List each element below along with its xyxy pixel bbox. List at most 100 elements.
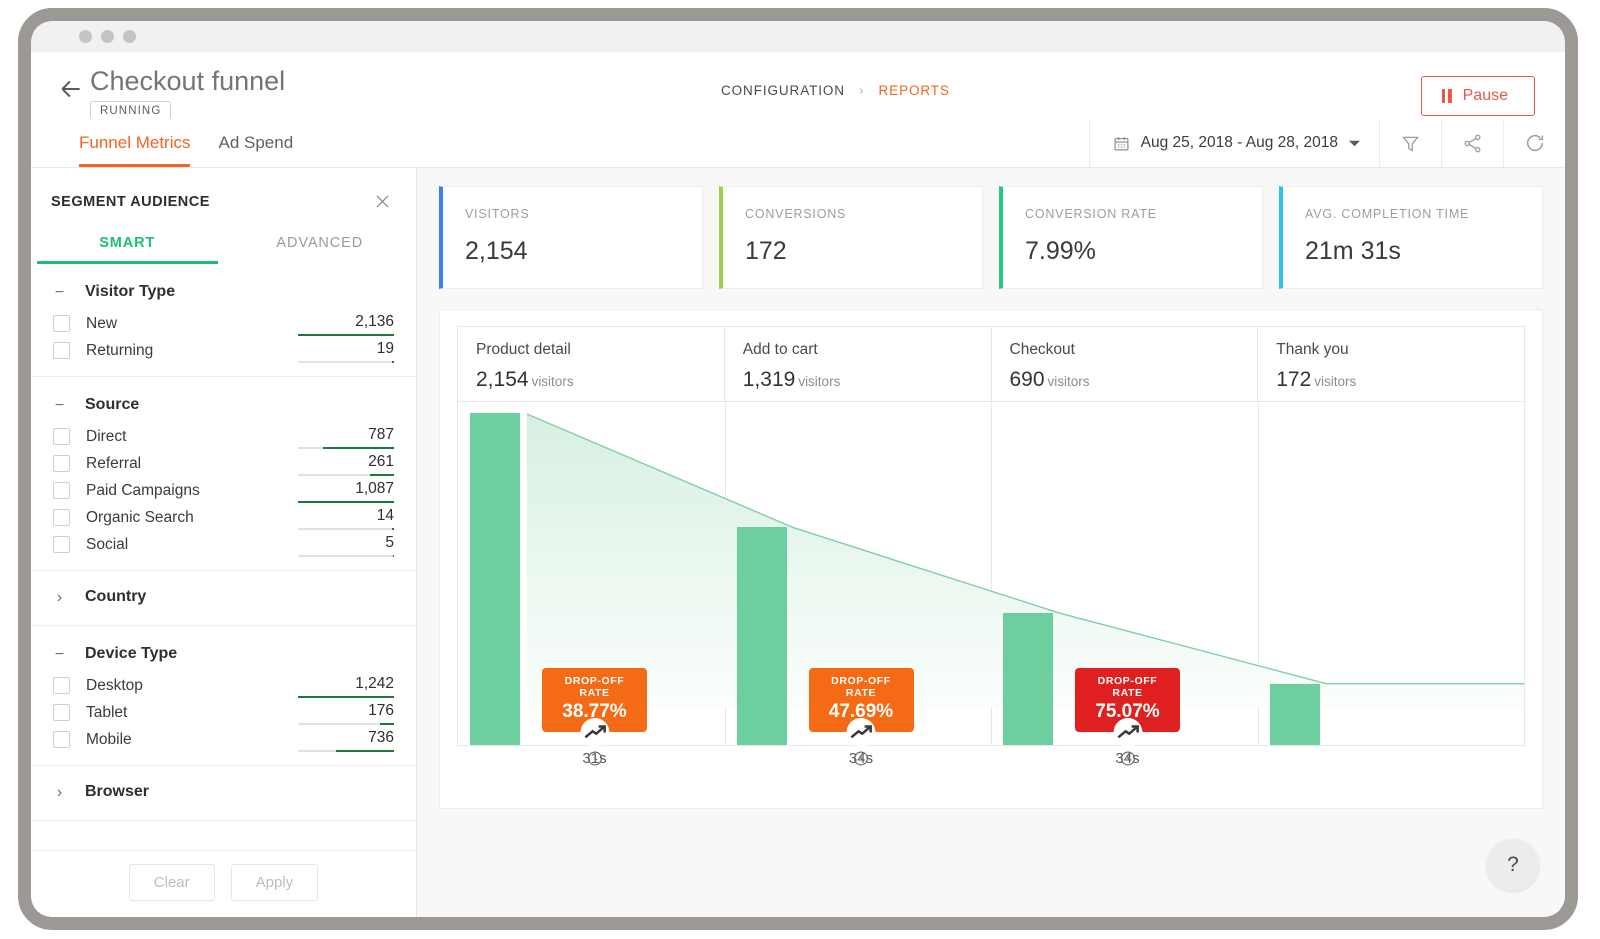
filter-checkbox[interactable]: [53, 315, 70, 332]
filter-value: 261: [298, 453, 394, 476]
title-block: Checkout funnel RUNNING: [90, 66, 285, 120]
refresh-icon[interactable]: [1503, 119, 1565, 167]
clear-button[interactable]: Clear: [128, 864, 215, 901]
tab-funnel-metrics[interactable]: Funnel Metrics: [79, 119, 191, 167]
segment-panel-title: SEGMENT AUDIENCE: [51, 193, 210, 210]
filter-checkbox[interactable]: [53, 509, 70, 526]
app-body: SEGMENT AUDIENCE SMART ADVANCED − Visitor…: [31, 168, 1565, 917]
pause-button[interactable]: Pause: [1420, 76, 1535, 116]
filter-value-bar: [298, 723, 394, 725]
drop-off-label: DROP-OFF RATE: [831, 675, 891, 699]
filter-row[interactable]: Referral 261: [31, 450, 416, 477]
funnel-step-header: Thank you 172 visitors: [1258, 327, 1524, 401]
filter-row[interactable]: Organic Search 14: [31, 504, 416, 531]
share-icon[interactable]: [1441, 119, 1503, 167]
filter-group-visitor-type: − Visitor Type New 2,136 Returning 19: [31, 264, 416, 377]
clock-icon: [587, 751, 602, 766]
filter-group-label: Visitor Type: [85, 283, 176, 300]
funnel-step-headers: Product detail 2,154 visitors Add to cart 1,…: [458, 327, 1524, 401]
filter-row[interactable]: Mobile 736: [31, 726, 416, 753]
filter-group-toggle[interactable]: − Device Type: [31, 636, 416, 672]
filter-label: Mobile: [86, 730, 132, 748]
filter-label: Paid Campaigns: [86, 481, 200, 499]
clock-icon: [854, 751, 868, 766]
chevron-right-icon: ›: [56, 783, 63, 801]
funnel-bar[interactable]: [1269, 683, 1320, 745]
drop-off-time: 34s: [1115, 750, 1140, 767]
filter-icon[interactable]: [1379, 119, 1441, 167]
window-dot-close[interactable]: [79, 30, 92, 43]
filter-label: New: [86, 314, 118, 332]
apply-button[interactable]: Apply: [230, 864, 319, 901]
window-dot-minimize[interactable]: [101, 30, 114, 43]
funnel-step-name: Add to cart: [742, 341, 818, 358]
segment-audience-panel: SEGMENT AUDIENCE SMART ADVANCED − Visitor…: [31, 168, 417, 917]
app-root: Checkout funnel RUNNING CONFIGURATION › …: [31, 52, 1565, 917]
filter-value: 14: [298, 507, 394, 530]
breadcrumb-separator-icon: ›: [858, 82, 865, 98]
filter-group-device-type: − Device Type Desktop 1,242 Tablet 176 Mobile 7…: [31, 626, 416, 766]
report-toolbar: Aug 25, 2018 - Aug 28, 2018: [1088, 119, 1565, 167]
date-range-label: Aug 25, 2018 - Aug 28, 2018: [1140, 134, 1338, 151]
app-header: Checkout funnel RUNNING CONFIGURATION › …: [31, 52, 1565, 120]
filter-group-toggle[interactable]: › Country: [31, 579, 416, 615]
trend-up-icon[interactable]: [580, 718, 609, 747]
arrow-left-icon[interactable]: [58, 76, 84, 102]
filter-checkbox[interactable]: [53, 731, 70, 748]
filter-checkbox[interactable]: [53, 455, 70, 472]
funnel-step-visitors: 172 visitors: [1276, 368, 1357, 391]
filter-checkbox[interactable]: [53, 536, 70, 553]
filter-checkbox[interactable]: [53, 342, 70, 359]
filter-checkbox[interactable]: [53, 677, 70, 694]
drop-off-badge[interactable]: DROP-OFF RATE 75.07% 34s: [1075, 668, 1180, 767]
segment-tab-smart[interactable]: SMART: [31, 225, 224, 264]
filter-row[interactable]: Desktop 1,242: [31, 672, 416, 699]
drop-off-badge[interactable]: DROP-OFF RATE 47.69% 34s: [808, 668, 914, 767]
funnel-bar[interactable]: [736, 526, 787, 745]
filter-value-bar: [298, 696, 394, 698]
breadcrumb-configuration[interactable]: CONFIGURATION: [721, 83, 845, 98]
close-icon[interactable]: [373, 192, 392, 211]
filter-row[interactable]: Returning 19: [31, 337, 416, 364]
funnel-step-header: Product detail 2,154 visitors: [458, 327, 725, 401]
filter-group-toggle[interactable]: − Visitor Type: [31, 274, 416, 310]
filter-row[interactable]: New 2,136: [31, 310, 416, 337]
filter-value-bar: [298, 361, 394, 363]
filter-value: 1,087: [298, 480, 394, 503]
breadcrumb-reports[interactable]: REPORTS: [879, 83, 950, 98]
funnel-step-visitors: 2,154 visitors: [476, 368, 574, 391]
minus-icon: −: [54, 645, 65, 663]
filter-value: 736: [298, 729, 394, 752]
filter-group-toggle[interactable]: › Browser: [31, 774, 416, 810]
segment-tab-advanced[interactable]: ADVANCED: [224, 225, 417, 264]
tab-ad-spend[interactable]: Ad Spend: [218, 119, 293, 167]
drop-off-badge[interactable]: DROP-OFF RATE 38.77% 31s: [542, 668, 647, 767]
filter-group-label: Browser: [85, 783, 150, 800]
minus-icon: −: [54, 283, 65, 301]
kpi-card: CONVERSION RATE 7.99%: [999, 186, 1263, 289]
funnel-bar[interactable]: [470, 413, 520, 745]
drop-off-time: 34s: [848, 750, 874, 767]
window-dot-maximize[interactable]: [123, 30, 136, 43]
segment-tabs: SMART ADVANCED: [31, 225, 416, 264]
kpi-card: CONVERSIONS 172: [719, 186, 983, 289]
funnel-plot: DROP-OFF RATE 38.77% 31s DROP-OFF RATE 47.69…: [458, 401, 1524, 767]
help-icon[interactable]: ?: [1487, 839, 1539, 891]
filter-row[interactable]: Direct 787: [31, 423, 416, 450]
filter-group-toggle[interactable]: − Source: [31, 387, 416, 423]
filter-row[interactable]: Paid Campaigns 1,087: [31, 477, 416, 504]
filter-row[interactable]: Tablet 176: [31, 699, 416, 726]
filter-value: 1,242: [298, 675, 394, 698]
trend-up-icon[interactable]: [846, 718, 876, 747]
kpi-label: CONVERSIONS: [745, 207, 847, 221]
funnel-bar[interactable]: [1003, 612, 1053, 745]
filter-label: Organic Search: [86, 508, 194, 526]
drop-off-label: DROP-OFF RATE: [1097, 675, 1158, 699]
filter-row[interactable]: Social 5: [31, 531, 416, 558]
filter-checkbox[interactable]: [53, 704, 70, 721]
filter-checkbox[interactable]: [53, 482, 70, 499]
date-range-picker[interactable]: Aug 25, 2018 - Aug 28, 2018: [1088, 119, 1379, 167]
filter-checkbox[interactable]: [53, 428, 70, 445]
funnel-chart: Product detail 2,154 visitors Add to cart 1,…: [457, 326, 1525, 767]
trend-up-icon[interactable]: [1113, 718, 1142, 747]
